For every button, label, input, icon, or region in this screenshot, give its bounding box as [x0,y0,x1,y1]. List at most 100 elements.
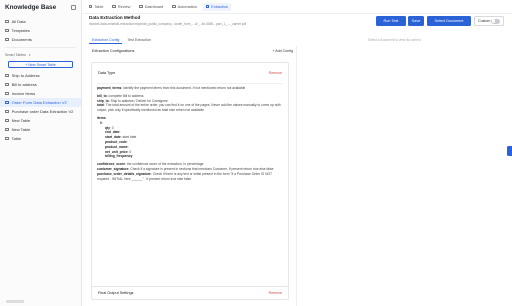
sidebar-item-label: All Data [11,19,26,24]
sidebar-table-item[interactable]: Bill to address [0,80,81,89]
sidebar-item-all-data[interactable]: All Data [0,17,81,26]
field-key: ship_to [97,98,109,103]
field-description: : complete Bill to address [106,93,144,98]
field-description: : The total amount of the entire order, … [97,103,281,113]
page-title: Data Extraction Method [89,15,141,20]
document-path: /bucket-data-smartdb-extraction/reportdb… [89,22,247,26]
table-icon [89,4,93,9]
template-icon [5,28,9,33]
sidebar: Knowledge Base All Data Templates Document… [0,0,82,306]
sidebar-item-label: Ship to Address [11,73,40,78]
field-description: : [132,154,134,159]
field-key: customer_signature [97,166,129,171]
sidebar-item-documents[interactable]: Documents [0,35,81,44]
sidebar-item-label: Templates [11,28,30,33]
automation-icon [172,4,176,9]
table-icon [5,73,9,78]
tab-extraction[interactable]: Extraction [202,2,232,11]
config-header: Extraction Configurations + Add Config [89,46,296,56]
footer-bar [6,299,24,303]
tab-table[interactable]: Table [86,3,106,11]
remove-button[interactable]: Remove [269,71,282,75]
sidebar-item-label: Purchase order Data Extraction V2 [11,109,74,114]
table-icon [5,136,9,141]
tab-label: Extraction [211,4,229,9]
field-key: total [97,103,104,108]
field-key: net_unit_price [105,149,128,154]
sidebar-item-label: Bill to address [11,82,37,87]
extraction-icon [205,4,210,9]
field-description: : start date [120,135,137,140]
final-output-settings[interactable]: Final Output Settings Remove [91,286,289,300]
select-document-button[interactable]: Select Document [427,16,471,26]
fields-list[interactable]: payment_terms: identify the payment term… [97,83,283,289]
preview-hint: Select a document to view its content [368,38,421,42]
table-icon [5,91,9,96]
sidebar-item-label: Table [11,136,22,141]
field-description: : 0 [127,149,132,154]
tab-automation[interactable]: Automation [169,3,200,11]
field-key: product_code [105,139,127,144]
dashboard-icon [139,4,143,9]
field-key: bill_to [97,93,107,98]
custom-toggle[interactable]: Custom [474,16,504,26]
sidebar-table-item[interactable]: Purchase order Data Extraction V2 [0,107,81,116]
tab-label: Automation [177,4,197,9]
tab-label: Table [94,4,104,9]
tab-label: Review [117,4,131,9]
sidebar-footer [0,296,81,306]
new-smart-table-button[interactable]: + New Smart Table [8,61,73,68]
sidebar-header: Knowledge Base [0,0,81,14]
sidebar-table-item[interactable]: Ship to Address [0,71,81,80]
side-panel-handle[interactable] [507,146,512,156]
smart-tables-group[interactable]: Smart Tables ▾ [0,51,81,59]
field-description: : [127,144,129,149]
final-remove-button[interactable]: Remove [269,291,282,295]
field-key: product_name [105,144,128,149]
collapse-sidebar-icon[interactable] [71,4,76,10]
app-title: Knowledge Base [5,3,57,11]
field-description: : [119,130,121,135]
sidebar-item-label: New Table [11,118,31,123]
field-key: start_date [105,135,121,140]
smart-tables-label: Smart Tables [5,53,26,57]
field-row: purchase_order_details_signature: Check … [97,172,283,182]
table-icon [5,82,9,87]
sidebar-table-item[interactable]: New Table [0,125,81,134]
run-test-button[interactable]: Run Test [376,16,406,26]
table-icon [5,109,9,114]
document-icon [5,37,9,42]
field-description: : 0 [109,125,114,130]
review-icon [112,4,116,9]
field-description: : Check if a signature is present in sec… [128,166,274,171]
chevron-down-icon: ▾ [28,53,31,57]
tab-review[interactable]: Review [109,3,133,11]
field-key: payment_terms [97,86,122,90]
config-card: Data Type Remove payment_terms: identify… [91,62,289,292]
field-key: items [97,115,106,120]
field-description: : [105,115,107,120]
sidebar-table-item[interactable]: Table [0,134,81,143]
toggle-switch[interactable] [491,18,500,24]
tab-dashboard[interactable]: Dashboard [136,3,166,11]
config-pane: Extraction Configurations + Add Config D… [89,46,297,306]
sidebar-item-templates[interactable]: Templates [0,26,81,35]
extraction-subtabs: Extraction Config Test Extraction [89,36,154,44]
save-button[interactable]: Save [408,16,424,26]
field-row: total: The total amount of the entire or… [97,103,283,113]
field-description: : [126,139,128,144]
custom-label: Custom [478,19,491,23]
sidebar-table-item[interactable]: Invoice Items [0,89,81,98]
sidebar-item-label: Order Form Data Extraction V2 [11,100,67,105]
sidebar-table-item[interactable]: New Table [0,116,81,125]
tab-label: Dashboard [144,4,164,9]
sidebar-divider [5,47,76,48]
table-icon [5,118,9,123]
field-key: end_date [105,130,120,135]
subtab-test-extraction[interactable]: Test Extraction [124,36,154,44]
subtab-extraction-config[interactable]: Extraction Config [89,36,123,44]
add-config-button[interactable]: + Add Config [272,49,293,53]
sidebar-table-item[interactable]: Order Form Data Extraction V2 [0,98,81,107]
field-description: : the confidence score of the extraction… [125,162,204,167]
config-heading: Extraction Configurations [92,49,135,53]
